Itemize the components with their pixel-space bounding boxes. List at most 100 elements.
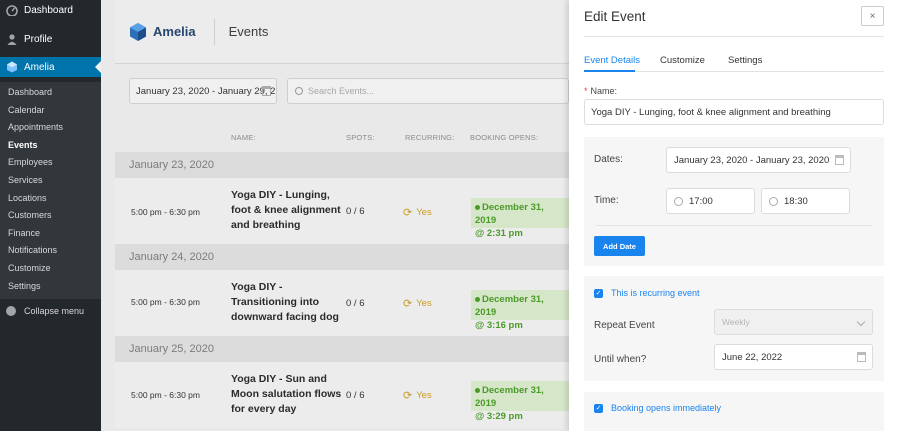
event-spots: 0 / 6 bbox=[346, 390, 365, 401]
day-group-header: January 24, 2020 bbox=[115, 244, 569, 270]
table-row[interactable]: 5:00 pm - 6:30 pm Yoga DIY - Sun and Moo… bbox=[115, 362, 569, 428]
panel-tabs: Event Details Customize Settings bbox=[584, 48, 884, 72]
event-spots: 0 / 6 bbox=[346, 298, 365, 309]
active-tab-indicator bbox=[584, 70, 635, 72]
close-button[interactable]: × bbox=[861, 6, 884, 26]
submenu-events[interactable]: Events bbox=[0, 137, 101, 155]
submenu-services[interactable]: Services bbox=[0, 172, 101, 190]
until-date-value: June 22, 2022 bbox=[722, 351, 783, 363]
booking-immediately-label: Booking opens immediately bbox=[611, 403, 722, 413]
event-time: 5:00 pm - 6:30 pm bbox=[131, 390, 200, 400]
calendar-icon bbox=[835, 155, 844, 165]
start-time-picker[interactable]: 17:00 bbox=[666, 188, 755, 214]
event-name: Yoga DIY - Transitioning into downward f… bbox=[231, 281, 339, 323]
submenu-dashboard[interactable]: Dashboard bbox=[0, 84, 101, 102]
search-input[interactable]: Search Events... bbox=[287, 78, 569, 104]
booking-immediately-checkbox[interactable]: ✓ Booking opens immediately bbox=[594, 403, 721, 413]
wp-menu-amelia[interactable]: Amelia bbox=[0, 57, 101, 77]
event-name: Yoga DIY - Sun and Moon salutation flows… bbox=[231, 373, 342, 415]
checkmark-icon: ✓ bbox=[594, 403, 603, 413]
required-marker: * bbox=[584, 86, 588, 96]
submenu-appointments[interactable]: Appointments bbox=[0, 119, 101, 137]
name-label-text: Name: bbox=[590, 86, 618, 96]
table-header: NAME: SPOTS: RECURRING: BOOKING OPENS: bbox=[115, 122, 569, 152]
booking-opens-badge: December 31, 2019 @ 3:29 pm bbox=[471, 381, 569, 422]
amelia-submenu: Dashboard Calendar Appointments Events E… bbox=[0, 82, 101, 300]
status-dot bbox=[475, 387, 480, 393]
user-icon bbox=[6, 33, 18, 45]
submenu-settings[interactable]: Settings bbox=[0, 278, 101, 296]
table-row[interactable]: 5:00 pm - 6:30 pm Yoga DIY - Lunging, fo… bbox=[115, 178, 569, 244]
calendar-icon bbox=[262, 86, 271, 96]
name-label: * Name: bbox=[584, 86, 617, 96]
booking-date: December 31, 2019 bbox=[475, 294, 544, 318]
tab-settings[interactable]: Settings bbox=[728, 55, 762, 66]
date-range-value: January 23, 2020 - January 29, 2 bbox=[136, 85, 276, 97]
dates-picker[interactable]: January 23, 2020 - January 23, 2020 bbox=[666, 147, 851, 173]
event-time: 5:00 pm - 6:30 pm bbox=[131, 297, 200, 307]
end-time-picker[interactable]: 18:30 bbox=[761, 188, 850, 214]
start-time-value: 17:00 bbox=[689, 195, 713, 207]
clock-icon bbox=[674, 196, 683, 206]
section-divider bbox=[596, 225, 872, 226]
booking-date: December 31, 2019 bbox=[475, 202, 544, 226]
status-dot bbox=[475, 204, 480, 210]
until-label: Until when? bbox=[594, 354, 647, 365]
checkmark-icon: ✓ bbox=[594, 288, 603, 298]
wp-admin-sidebar: Dashboard Profile Amelia Dashboard Calen… bbox=[0, 0, 101, 431]
wp-menu-profile[interactable]: Profile bbox=[0, 29, 101, 49]
table-row[interactable]: 5:00 pm - 6:30 pm Yoga DIY - Transitioni… bbox=[115, 270, 569, 336]
filter-bar: January 23, 2020 - January 29, 2 Search … bbox=[115, 64, 569, 122]
submenu-finance[interactable]: Finance bbox=[0, 225, 101, 243]
collapse-menu-button[interactable]: Collapse menu bbox=[0, 302, 101, 320]
event-time: 5:00 pm - 6:30 pm bbox=[131, 207, 200, 217]
recurring-checkbox[interactable]: ✓ This is recurring event bbox=[594, 288, 700, 298]
recurring-value: Yes bbox=[416, 390, 432, 401]
tab-customize[interactable]: Customize bbox=[660, 55, 705, 66]
submenu-customize[interactable]: Customize bbox=[0, 260, 101, 278]
collapse-menu-label: Collapse menu bbox=[24, 306, 85, 316]
close-icon: × bbox=[869, 10, 876, 22]
events-page: Amelia Events January 23, 2020 - January… bbox=[101, 0, 569, 431]
collapse-arrow-icon bbox=[6, 306, 16, 316]
search-placeholder: Search Events... bbox=[308, 86, 375, 96]
event-recurring: ⟳ Yes bbox=[403, 297, 432, 310]
app-root: Dashboard Profile Amelia Dashboard Calen… bbox=[0, 0, 900, 431]
add-date-button[interactable]: Add Date bbox=[594, 236, 645, 256]
repeat-event-select[interactable]: Weekly bbox=[714, 309, 873, 335]
brand-name: Amelia bbox=[153, 24, 196, 39]
recurring-section: ✓ This is recurring event Repeat Event W… bbox=[584, 276, 884, 381]
booking-time: @ 3:16 pm bbox=[475, 320, 523, 331]
date-range-picker[interactable]: January 23, 2020 - January 29, 2 bbox=[129, 78, 277, 104]
submenu-locations[interactable]: Locations bbox=[0, 190, 101, 208]
repeat-event-value: Weekly bbox=[722, 317, 750, 327]
submenu-notifications[interactable]: Notifications bbox=[0, 242, 101, 260]
status-dot bbox=[475, 296, 480, 302]
event-recurring: ⟳ Yes bbox=[403, 389, 432, 402]
wp-menu-dashboard[interactable]: Dashboard bbox=[0, 0, 101, 20]
page-header: Amelia Events bbox=[115, 0, 569, 64]
event-name-value: Yoga DIY - Lunging, foot & knee alignmen… bbox=[591, 106, 831, 118]
booking-time: @ 3:29 pm bbox=[475, 411, 523, 422]
clock-icon bbox=[769, 196, 778, 206]
booking-date: December 31, 2019 bbox=[475, 385, 544, 409]
edit-event-panel: Edit Event × Event Details Customize Set… bbox=[569, 0, 900, 431]
until-date-picker[interactable]: June 22, 2022 bbox=[714, 344, 873, 370]
search-icon bbox=[295, 87, 303, 95]
booking-opens-badge: December 31, 2019 @ 3:16 pm bbox=[471, 290, 569, 331]
recurring-value: Yes bbox=[416, 207, 432, 218]
wp-menu-dashboard-label: Dashboard bbox=[24, 4, 73, 16]
recurring-checkbox-label: This is recurring event bbox=[611, 288, 700, 298]
repeat-event-label: Repeat Event bbox=[594, 320, 655, 331]
submenu-employees[interactable]: Employees bbox=[0, 154, 101, 172]
submenu-calendar[interactable]: Calendar bbox=[0, 102, 101, 120]
chevron-down-icon bbox=[856, 317, 866, 327]
tab-event-details[interactable]: Event Details bbox=[584, 55, 640, 66]
submenu-customers[interactable]: Customers bbox=[0, 207, 101, 225]
amelia-logo-icon bbox=[6, 61, 18, 73]
column-spots: SPOTS: bbox=[346, 133, 375, 142]
page-title: Events bbox=[228, 24, 269, 39]
event-name-input[interactable]: Yoga DIY - Lunging, foot & knee alignmen… bbox=[584, 99, 884, 125]
day-group-header: January 25, 2020 bbox=[115, 336, 569, 362]
panel-title: Edit Event bbox=[584, 9, 646, 24]
